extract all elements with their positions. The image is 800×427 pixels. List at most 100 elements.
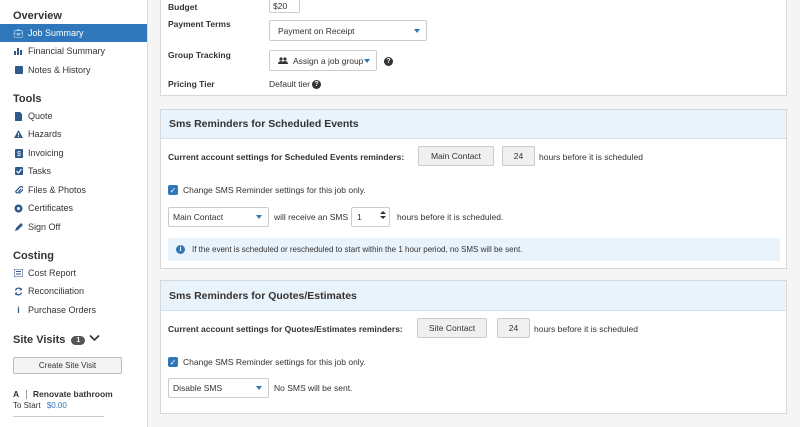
document-icon (14, 111, 23, 121)
sidebar-item-label: Financial Summary (28, 46, 106, 56)
sidebar-item-label: Reconciliation (28, 286, 85, 296)
sidebar-item-label: Sign Off (28, 222, 61, 232)
overview-heading: Overview (13, 10, 62, 22)
sidebar-item-tasks[interactable]: Tasks (0, 162, 147, 180)
site-visits-count-badge: 1 (71, 335, 86, 345)
quotes-change-label: Change SMS Reminder settings for this jo… (183, 357, 366, 367)
events-account-contact: Main Contact (418, 146, 494, 166)
events-account-hours: 24 (502, 146, 535, 166)
paperclip-icon (14, 185, 23, 195)
users-icon (278, 57, 288, 64)
visit-title: Renovate bathroom (32, 389, 113, 399)
sidebar-item-cost-report[interactable]: Cost Report (0, 264, 147, 282)
create-site-visit-button[interactable]: Create Site Visit (13, 357, 122, 374)
sidebar-item-label: Cost Report (28, 268, 77, 278)
site-visits-heading: Site Visits 1 (0, 334, 86, 346)
notes-icon (14, 66, 23, 75)
site-visit-item[interactable]: A Renovate bathroom (13, 389, 113, 400)
sidebar-item-invoicing[interactable]: $ Invoicing (0, 144, 147, 162)
quotes-sms-select[interactable]: Disable SMS (168, 378, 269, 398)
certificate-icon (14, 204, 23, 213)
quotes-change-checkbox[interactable]: ✓ (168, 357, 178, 367)
events-contact-select[interactable]: Main Contact (168, 207, 269, 227)
quotes-account-hours: 24 (497, 318, 530, 338)
chevron-down-icon[interactable] (89, 334, 100, 344)
events-info-text: If the event is scheduled or rescheduled… (192, 245, 523, 254)
assign-job-group-button[interactable]: Assign a job group (269, 50, 377, 71)
sidebar-item-notes-history[interactable]: Notes & History (0, 61, 147, 79)
quotes-no-sms-text: No SMS will be sent. (274, 383, 353, 393)
costing-heading: Costing (13, 250, 54, 262)
group-tracking-label: Group Tracking (168, 50, 231, 60)
sidebar-item-label: Invoicing (28, 148, 64, 158)
spinner-arrows-icon[interactable] (380, 211, 386, 219)
sidebar-item-purchase-orders[interactable]: i Purchase Orders (0, 301, 147, 319)
list-icon (14, 269, 23, 278)
payment-terms-select[interactable]: Payment on Receipt (269, 20, 427, 41)
sidebar-item-financial-summary[interactable]: Financial Summary (0, 42, 147, 60)
sidebar-item-hazards[interactable]: Hazards (0, 125, 147, 143)
tools-heading: Tools (13, 93, 42, 105)
events-hours-suffix: hours before it is scheduled. (397, 212, 504, 222)
site-visit-meta: To Start $0.00 (13, 401, 67, 410)
events-hours-value: 1 (357, 212, 362, 222)
sidebar-item-sign-off[interactable]: Sign Off (0, 218, 147, 236)
sidebar-item-certificates[interactable]: Certificates (0, 199, 147, 217)
events-account-suffix: hours before it is scheduled (539, 152, 643, 162)
caret-down-icon (256, 386, 262, 390)
quotes-account-suffix: hours before it is scheduled (534, 324, 638, 334)
sms-events-title: Sms Reminders for Scheduled Events (161, 110, 786, 139)
info-icon: i (17, 305, 20, 315)
events-info-alert: i If the event is scheduled or reschedul… (168, 238, 780, 261)
budget-input[interactable]: $20 (269, 0, 300, 13)
quotes-account-contact: Site Contact (417, 318, 487, 338)
help-icon[interactable]: ? (312, 80, 321, 89)
sidebar-item-label: Quote (28, 111, 53, 121)
sidebar-item-label: Files & Photos (28, 185, 87, 195)
site-visits-title: Site Visits (13, 334, 66, 346)
events-receive-text: will receive an SMS (274, 212, 349, 222)
payment-terms-label: Payment Terms (168, 19, 231, 29)
bar-chart-icon (14, 47, 23, 56)
sms-quotes-title: Sms Reminders for Quotes/Estimates (161, 281, 786, 311)
info-circle-icon: i (176, 245, 185, 254)
sidebar-item-label: Hazards (28, 129, 62, 139)
pricing-tier-label: Pricing Tier (168, 79, 215, 89)
checkbox-icon (14, 167, 23, 176)
budget-label: Budget (168, 2, 198, 12)
divider (13, 416, 104, 417)
events-change-label: Change SMS Reminder settings for this jo… (183, 185, 366, 195)
sidebar-item-label: Job Summary (28, 28, 84, 38)
visit-amount: $0.00 (46, 401, 67, 410)
dollar-icon: $ (14, 148, 23, 158)
refresh-icon (14, 286, 23, 296)
events-change-checkbox[interactable]: ✓ (168, 185, 178, 195)
help-icon[interactable]: ? (384, 57, 393, 66)
sidebar-item-label: Certificates (28, 203, 74, 213)
svg-text:$: $ (17, 151, 21, 158)
assign-job-group-label: Assign a job group (293, 55, 364, 66)
sidebar-item-label: Notes & History (28, 65, 91, 75)
sidebar-item-job-summary[interactable]: 💼︎ Job Summary (0, 24, 147, 42)
caret-down-icon (414, 28, 420, 33)
quotes-sms-value: Disable SMS (173, 383, 223, 393)
caret-down-icon (364, 58, 370, 63)
sidebar-item-label: Tasks (28, 166, 52, 176)
job-details-panel: Budget $20 Payment Terms Payment on Rece… (160, 0, 787, 96)
sidebar-item-quote[interactable]: Quote (0, 107, 147, 125)
events-hours-stepper[interactable]: 1 (351, 207, 390, 227)
events-account-label: Current account settings for Scheduled E… (168, 152, 405, 162)
briefcase-icon: 💼︎ (13, 28, 24, 38)
warning-icon (14, 130, 23, 139)
sidebar-item-reconciliation[interactable]: Reconciliation (0, 282, 147, 300)
pricing-tier-value: Default tier (269, 79, 311, 89)
quotes-account-label: Current account settings for Quotes/Esti… (168, 324, 403, 334)
sms-quotes-panel: Sms Reminders for Quotes/Estimates Curre… (160, 280, 787, 414)
caret-down-icon (256, 215, 262, 219)
sidebar-item-files-photos[interactable]: Files & Photos (0, 181, 147, 199)
visit-status: To Start (13, 401, 41, 410)
visit-code: A (13, 389, 20, 399)
sidebar: Overview 💼︎ Job Summary Financial Summar… (0, 0, 148, 427)
payment-terms-value: Payment on Receipt (278, 25, 355, 36)
sidebar-item-label: Purchase Orders (28, 305, 97, 315)
